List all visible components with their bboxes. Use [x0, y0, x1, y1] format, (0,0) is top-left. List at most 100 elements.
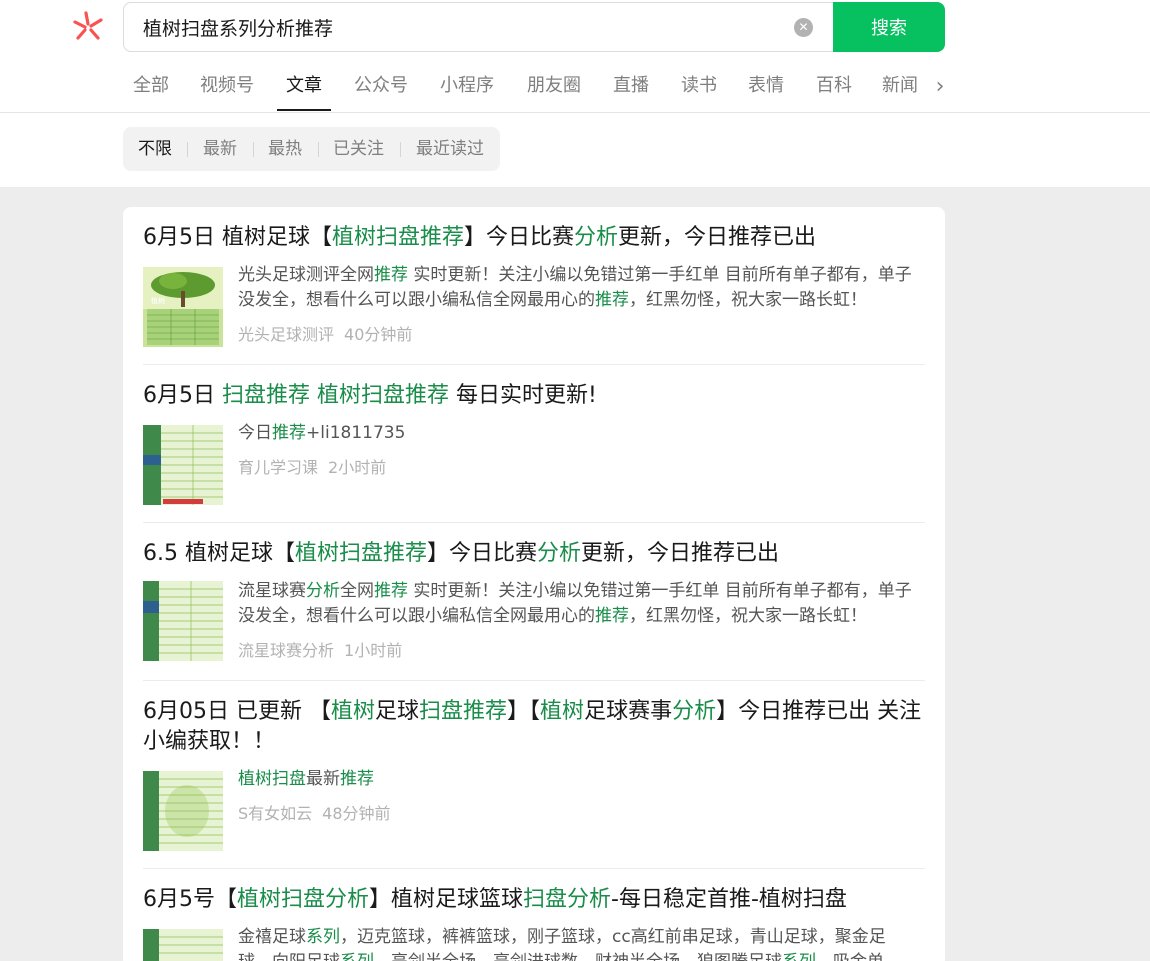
- tab-live[interactable]: 直播: [613, 62, 649, 112]
- keyword-highlight: 推荐: [374, 265, 408, 285]
- keyword-highlight: 植树扫盘推荐: [294, 541, 427, 566]
- keyword-highlight: 推荐: [340, 769, 374, 789]
- result-source[interactable]: 光头足球测评: [238, 325, 334, 344]
- tab-encyclopedia[interactable]: 百科: [816, 62, 852, 112]
- result-meta: 流星球赛分析 1小时前: [238, 637, 402, 661]
- keyword-highlight: 系列: [782, 952, 816, 961]
- tab-news[interactable]: 新闻: [882, 62, 918, 112]
- text-segment: 6月5日: [143, 383, 222, 408]
- result-meta: 光头足球测评 40分钟前: [238, 321, 412, 345]
- text-segment: ，红黑勿怪，祝大家一路长虹！: [629, 290, 867, 310]
- tab-articles[interactable]: 文章: [277, 62, 331, 112]
- result-title[interactable]: 6月5日 扫盘推荐 植树扫盘推荐 每日实时更新!: [143, 381, 597, 411]
- search-button[interactable]: 搜索: [833, 2, 945, 52]
- text-segment: 足球赛事: [584, 699, 673, 724]
- search-box: ✕: [123, 2, 835, 52]
- text-segment: 】今日比赛: [427, 541, 538, 566]
- result-thumbnail[interactable]: [143, 771, 223, 851]
- keyword-highlight: 推荐: [374, 581, 408, 601]
- wechat-search-logo-icon: [72, 10, 104, 42]
- keyword-highlight: 分析: [537, 541, 582, 566]
- filter-divider: [253, 142, 254, 157]
- keyword-highlight: 分析: [574, 225, 619, 250]
- filter-divider: [318, 142, 319, 157]
- search-input[interactable]: [143, 3, 783, 51]
- text-segment: 6.5 植树足球【: [143, 541, 295, 566]
- tab-channels[interactable]: 视频号: [200, 62, 254, 112]
- result-description: 流星球赛分析全网推荐 实时更新！关注小编以免错过第一手红单 目前所有单子都有，单…: [238, 579, 918, 629]
- keyword-highlight: 植树扫盘推荐: [332, 225, 465, 250]
- keyword-highlight: 扫盘推荐: [222, 383, 311, 408]
- header: ✕ 搜索 全部 视频号 文章 公众号 小程序 朋友圈 直播 读书 表情 百科 新…: [0, 0, 1150, 113]
- result-title[interactable]: 6月5号【植树扫盘分析】植树足球篮球扫盘分析-每日稳定首推-植树扫盘: [143, 885, 847, 915]
- clear-icon[interactable]: ✕: [794, 18, 813, 37]
- result-time: 1小时前: [344, 641, 403, 660]
- text-segment: 更新，今日推荐已出: [618, 225, 817, 250]
- keyword-highlight: 植树: [540, 699, 585, 724]
- text-segment: 6月05日 已更新 【: [143, 699, 331, 724]
- result-item[interactable]: 6月5日 扫盘推荐 植树扫盘推荐 每日实时更新! 今日推荐+li1811735 …: [143, 365, 925, 523]
- result-source[interactable]: 育儿学习课: [238, 458, 318, 477]
- tab-bar: 全部 视频号 文章 公众号 小程序 朋友圈 直播 读书 表情 百科 新闻: [0, 62, 1150, 112]
- result-item[interactable]: 6月5号【植树扫盘分析】植树足球篮球扫盘分析-每日稳定首推-植树扫盘 金禧足球系…: [143, 869, 925, 961]
- result-time: 40分钟前: [344, 325, 413, 344]
- text-segment: 6月5号【: [143, 887, 237, 912]
- filter-recently-read[interactable]: 最近读过: [416, 127, 484, 171]
- result-time: 2小时前: [328, 458, 387, 477]
- result-thumbnail[interactable]: [143, 581, 223, 661]
- keyword-highlight: 分析: [672, 699, 717, 724]
- text-segment: 光头足球测评全网: [238, 265, 374, 285]
- keyword-highlight: 扫盘分析: [523, 887, 612, 912]
- keyword-highlight: 植树扫盘分析: [237, 887, 370, 912]
- tab-all[interactable]: 全部: [133, 62, 169, 112]
- filter-unlimited[interactable]: 不限: [138, 127, 172, 171]
- keyword-highlight: 植树扫盘推荐: [317, 383, 450, 408]
- svg-text:植树: 植树: [151, 296, 165, 305]
- text-segment: -每日稳定首推-植树扫盘: [611, 887, 847, 912]
- result-description: 光头足球测评全网推荐 实时更新！关注小编以免错过第一手红单 目前所有单子都有，单…: [238, 263, 918, 313]
- text-segment: 今日: [238, 423, 272, 443]
- text-segment: 6月5日 植树足球【: [143, 225, 332, 250]
- text-segment: +li1811735: [306, 423, 406, 443]
- result-thumbnail[interactable]: 植树: [143, 267, 223, 347]
- filter-followed[interactable]: 已关注: [333, 127, 384, 171]
- result-title[interactable]: 6月5日 植树足球【植树扫盘推荐】今日比赛分析更新，今日推荐已出: [143, 223, 816, 253]
- filter-hottest[interactable]: 最热: [268, 127, 302, 171]
- result-thumbnail[interactable]: [143, 425, 223, 505]
- tab-mini-programs[interactable]: 小程序: [440, 62, 494, 112]
- result-description: 植树扫盘最新推荐: [238, 767, 918, 792]
- result-item[interactable]: 6月05日 已更新 【植树足球扫盘推荐】【植树足球赛事分析】今日推荐已出 关注小…: [143, 681, 925, 869]
- filter-divider: [187, 142, 188, 157]
- text-segment: 流星球赛: [238, 581, 306, 601]
- keyword-highlight: 植树: [330, 699, 375, 724]
- result-title[interactable]: 6.5 植树足球【植树扫盘推荐】今日比赛分析更新，今日推荐已出: [143, 539, 779, 569]
- tab-books[interactable]: 读书: [681, 62, 717, 112]
- filter-area: 不限 最新 最热 已关注 最近读过: [0, 113, 1150, 187]
- result-title[interactable]: 6月05日 已更新 【植树足球扫盘推荐】【植树足球赛事分析】今日推荐已出 关注小…: [143, 697, 925, 757]
- tab-official-accounts[interactable]: 公众号: [354, 62, 408, 112]
- filter-bar: 不限 最新 最热 已关注 最近读过: [123, 127, 500, 171]
- tab-moments[interactable]: 朋友圈: [527, 62, 581, 112]
- result-source[interactable]: S有女如云: [238, 804, 312, 823]
- result-thumbnail[interactable]: [143, 929, 223, 961]
- keyword-highlight: 推荐: [272, 423, 306, 443]
- tab-stickers[interactable]: 表情: [748, 62, 784, 112]
- results-list: 6月5日 植树足球【植树扫盘推荐】今日比赛分析更新，今日推荐已出 植树 光头足球…: [123, 207, 945, 961]
- result-source[interactable]: 流星球赛分析: [238, 641, 334, 660]
- filter-latest[interactable]: 最新: [203, 127, 237, 171]
- text-segment: ，吸金单: [816, 952, 884, 961]
- text-segment: [310, 383, 317, 408]
- text-segment: ，亮剑半全场，亮剑进球数，财神半全场，狼图腾足球: [374, 952, 782, 961]
- text-segment: 全网: [340, 581, 374, 601]
- result-item[interactable]: 6.5 植树足球【植树扫盘推荐】今日比赛分析更新，今日推荐已出 流星球赛分析全网…: [143, 523, 925, 681]
- result-description: 金禧足球系列，迈克篮球，裤裤篮球，刚子篮球，cc高红前串足球，青山足球，聚金足球…: [238, 925, 918, 961]
- result-time: 48分钟前: [322, 804, 391, 823]
- result-item[interactable]: 6月5日 植树足球【植树扫盘推荐】今日比赛分析更新，今日推荐已出 植树 光头足球…: [143, 207, 925, 365]
- text-segment: 】植树足球篮球: [369, 887, 524, 912]
- filter-divider: [400, 142, 401, 157]
- text-segment: ，红黑勿怪，祝大家一路长虹！: [629, 606, 867, 626]
- text-segment: 每日实时更新!: [449, 383, 597, 408]
- result-description: 今日推荐+li1811735: [238, 421, 918, 446]
- chevron-right-icon[interactable]: ›: [930, 62, 950, 112]
- keyword-highlight: 推荐: [595, 606, 629, 626]
